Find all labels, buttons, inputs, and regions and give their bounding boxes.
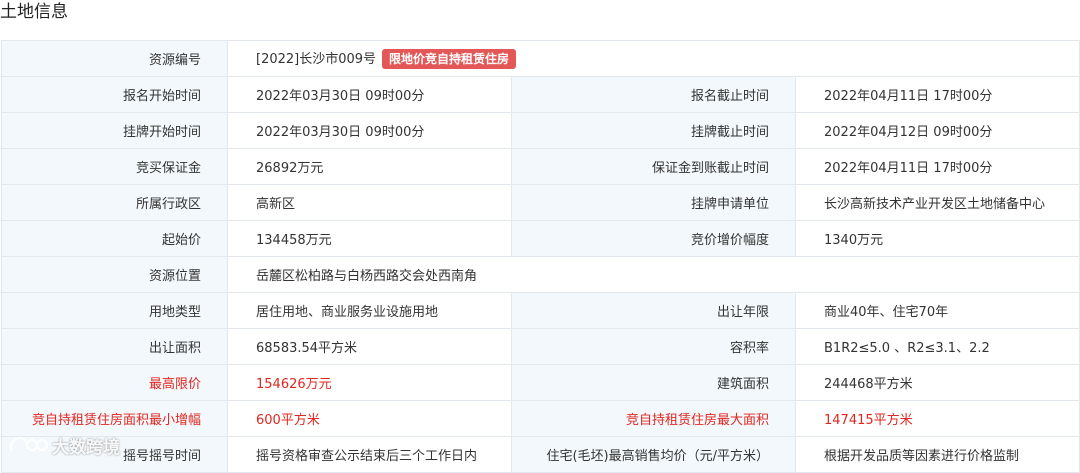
resource-number-value: [2022]长沙市009号 限地价竞自持租赁住房 [226, 40, 1080, 77]
field-label: 挂牌截止时间 [511, 112, 796, 149]
field-label: 用地类型 [1, 292, 228, 329]
watermark-logo-icon [9, 436, 48, 452]
watermark: 大数跨境 [8, 430, 120, 460]
table-row: 报名开始时间 2022年03月30日 09时00分 报名截止时间 2022年04… [1, 76, 1080, 113]
resource-number-text: [2022]长沙市009号 [256, 51, 377, 67]
section-title: 土地信息 [0, 2, 68, 22]
table-row: 出让面积 68583.54平方米 容积率 B1R2≤5.0 、R2≤3.1、2.… [1, 328, 1080, 365]
field-value: 岳麓区松柏路与白杨西路交会处西南角 [226, 256, 1080, 293]
field-label: 资源位置 [1, 256, 228, 293]
field-value: 根据开发品质等因素进行价格监制 [794, 436, 1080, 473]
table-row: 竞买保证金 26892万元 保证金到账截止时间 2022年04月11日 17时0… [1, 148, 1080, 185]
field-label: 竞买保证金 [1, 148, 228, 185]
bid-type-badge: 限地价竞自持租赁住房 [382, 49, 517, 70]
field-label-highlight: 最高限价 [1, 364, 228, 401]
field-value: 2022年04月12日 09时00分 [794, 112, 1080, 149]
land-info-table: 资源编号 [2022]长沙市009号 限地价竞自持租赁住房 报名开始时间 2022… [1, 40, 1080, 473]
table-row: 挂牌开始时间 2022年03月30日 09时00分 挂牌截止时间 2022年04… [1, 112, 1080, 149]
field-label: 保证金到账截止时间 [511, 148, 796, 185]
field-value: 68583.54平方米 [227, 328, 512, 365]
field-value: 134458万元 [227, 220, 512, 257]
field-label: 建筑面积 [511, 364, 796, 401]
field-value: 居住用地、商业服务业设施用地 [227, 292, 512, 329]
table-row: 起始价 134458万元 竞价增价幅度 1340万元 [1, 220, 1080, 257]
resource-number-label: 资源编号 [1, 40, 228, 77]
field-value-highlight: 147415平方米 [794, 400, 1080, 437]
table-row: 竞自持租赁住房面积最小增幅 600平方米 竞自持租赁住房最大面积 147415平… [1, 400, 1080, 437]
field-value: 1340万元 [794, 220, 1080, 257]
field-value-highlight: 154626万元 [227, 364, 512, 401]
table-row: 最高限价 154626万元 建筑面积 244468平方米 [1, 364, 1080, 401]
field-value: 2022年04月11日 17时00分 [794, 148, 1080, 185]
table-row: 资源位置 岳麓区松柏路与白杨西路交会处西南角 [1, 256, 1080, 293]
table-row: 所属行政区 高新区 挂牌申请单位 长沙高新技术产业开发区土地储备中心 [1, 184, 1080, 221]
field-label: 挂牌申请单位 [511, 184, 796, 221]
field-label: 所属行政区 [1, 184, 228, 221]
field-value: 26892万元 [227, 148, 512, 185]
field-value: 长沙高新技术产业开发区土地储备中心 [794, 184, 1080, 221]
field-label-highlight: 竞自持租赁住房最大面积 [511, 400, 796, 437]
field-value: 摇号资格审查公示结束后三个工作日内 [227, 436, 512, 473]
table-row: 资源编号 [2022]长沙市009号 限地价竞自持租赁住房 [1, 40, 1080, 77]
field-value: 244468平方米 [794, 364, 1080, 401]
field-value: B1R2≤5.0 、R2≤3.1、2.2 [794, 328, 1080, 365]
field-value: 2022年03月30日 09时00分 [227, 76, 512, 113]
field-label: 起始价 [1, 220, 228, 257]
field-value-highlight: 600平方米 [227, 400, 512, 437]
field-label: 竞价增价幅度 [511, 220, 796, 257]
field-value: 高新区 [227, 184, 512, 221]
field-value: 2022年04月11日 17时00分 [794, 76, 1080, 113]
field-label: 出让年限 [511, 292, 796, 329]
field-label: 挂牌开始时间 [1, 112, 228, 149]
field-label: 住宅(毛坯)最高销售均价（元/平方米） [511, 436, 796, 473]
field-label: 报名截止时间 [511, 76, 796, 113]
field-label: 出让面积 [1, 328, 228, 365]
field-label: 报名开始时间 [1, 76, 228, 113]
field-value: 商业40年、住宅70年 [794, 292, 1080, 329]
table-row: 摇号摇号时间 摇号资格审查公示结束后三个工作日内 住宅(毛坯)最高销售均价（元/… [1, 436, 1080, 473]
watermark-text: 大数跨境 [52, 437, 120, 458]
field-label: 容积率 [511, 328, 796, 365]
field-value: 2022年03月30日 09时00分 [227, 112, 512, 149]
table-row: 用地类型 居住用地、商业服务业设施用地 出让年限 商业40年、住宅70年 [1, 292, 1080, 329]
